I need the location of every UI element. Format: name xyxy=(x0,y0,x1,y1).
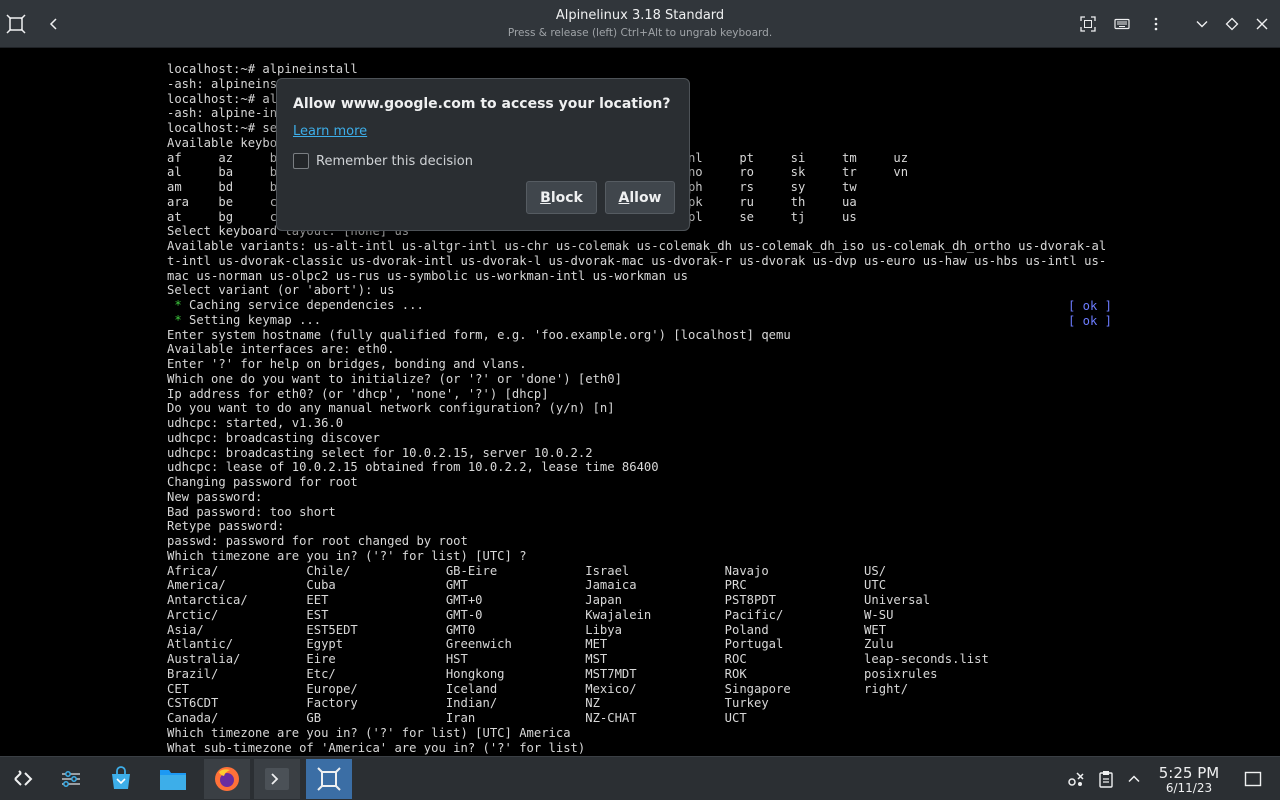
console-line: Which timezone are you in? ('?' for list… xyxy=(167,548,527,563)
console-line: Canada/ GB Iran NZ-CHAT UCT xyxy=(167,711,747,725)
window-titlebar: Alpinelinux 3.18 Standard Press & releas… xyxy=(0,0,1280,48)
console-line: Retype password: xyxy=(167,519,285,534)
console-line: Available interfaces are: eth0. xyxy=(167,342,395,357)
clock-date: 6/11/23 xyxy=(1165,781,1213,795)
console-line: What sub-timezone of 'America' are you i… xyxy=(167,740,586,755)
console-line: Enter system hostname (fully qualified f… xyxy=(167,327,791,342)
console-line: America/ Cuba GMT Jamaica PRC UTC xyxy=(167,578,887,593)
clipboard-icon[interactable] xyxy=(1096,769,1116,789)
remember-checkbox[interactable] xyxy=(293,153,309,169)
minimize-icon[interactable] xyxy=(1190,12,1214,36)
console-line: CST6CDT Factory Indian/ NZ Turkey xyxy=(167,696,769,711)
console-line: Arctic/ EST GMT-0 Kwajalein Pacific/ W-S… xyxy=(167,607,894,622)
maximize-icon[interactable] xyxy=(1220,12,1244,36)
location-permission-dialog: Allow www.google.com to access your loca… xyxy=(276,78,690,231)
console-line: passwd: password for root changed by roo… xyxy=(167,534,468,548)
console-line: Atlantic/ Egypt Greenwich MET Portugal Z… xyxy=(167,637,894,652)
console-line: Available variants: us-alt-intl us-altgr… xyxy=(167,239,1107,253)
console-line: Brazil/ Etc/ Hongkong MST7MDT ROK posixr… xyxy=(167,666,938,681)
chevron-up-icon[interactable] xyxy=(1124,769,1144,789)
console-line: * Caching service dependencies ... xyxy=(167,298,424,312)
remember-decision[interactable]: Remember this decision xyxy=(293,153,473,169)
clock[interactable]: 5:25 PM 6/11/23 xyxy=(1150,764,1228,795)
settings-sliders-icon[interactable] xyxy=(48,759,94,799)
console-line: t-intl us-dvorak-classic us-dvorak-intl … xyxy=(167,253,1107,268)
remember-label: Remember this decision xyxy=(316,153,473,169)
status-star: * xyxy=(167,298,182,312)
allow-button[interactable]: Allow xyxy=(605,181,675,214)
console-line: CET Europe/ Iceland Mexico/ Singapore ri… xyxy=(167,681,909,696)
block-button[interactable]: Block xyxy=(526,181,597,214)
dialog-title: Allow www.google.com to access your loca… xyxy=(293,96,671,112)
console-line: Which timezone are you in? ('?' for list… xyxy=(167,725,571,740)
console-line: Enter '?' for help on bridges, bonding a… xyxy=(167,357,527,371)
console-line: Asia/ EST5EDT GMT0 Libya Poland WET xyxy=(167,622,887,637)
console-line: Ip address for eth0? (or 'dhcp', 'none',… xyxy=(167,386,549,401)
console-line: udhcpc: started, v1.36.0 xyxy=(167,416,344,430)
console-line: Antarctica/ EET GMT+0 Japan PST8PDT Univ… xyxy=(167,593,931,607)
console-line: Changing password for root xyxy=(167,475,358,489)
menu-kebab-icon[interactable] xyxy=(1144,12,1168,36)
keyboard-icon[interactable] xyxy=(1110,12,1134,36)
status-ok-1: [ ok ] xyxy=(1068,299,1113,313)
app-launcher-icon[interactable] xyxy=(0,759,46,799)
console-line: Australia/ Eire HST MST ROC leap-seconds… xyxy=(167,652,989,666)
terminal-icon[interactable] xyxy=(254,759,300,799)
console-line: New password: xyxy=(167,489,263,504)
console-line: udhcpc: lease of 10.0.2.15 obtained from… xyxy=(167,460,659,475)
console-line: udhcpc: broadcasting discover xyxy=(167,430,380,445)
fullscreen-icon[interactable] xyxy=(1076,12,1100,36)
software-store-icon[interactable] xyxy=(98,759,144,799)
clock-time: 5:25 PM xyxy=(1158,764,1220,782)
file-manager-icon[interactable] xyxy=(150,759,196,799)
console-line: localhost:~# alpineinstall xyxy=(167,62,358,76)
console-line: Which one do you want to initialize? (or… xyxy=(167,371,622,386)
status-star: * xyxy=(167,312,182,327)
console-line: udhcpc: broadcasting select for 10.0.2.1… xyxy=(167,445,593,460)
console-line: Bad password: too short xyxy=(167,504,336,519)
learn-more-link[interactable]: Learn more xyxy=(293,124,367,139)
status-ok-2: [ ok ] xyxy=(1068,314,1113,328)
firefox-icon[interactable] xyxy=(204,759,250,799)
console-line: Africa/ Chile/ GB-Eire Israel Navajo US/ xyxy=(167,563,887,578)
taskbar: 5:25 PM 6/11/23 xyxy=(0,756,1280,800)
console-line: * Setting keymap ... xyxy=(167,312,322,327)
close-icon[interactable] xyxy=(1250,12,1274,36)
show-desktop-icon[interactable] xyxy=(1243,769,1263,789)
console-line: Select variant (or 'abort'): us xyxy=(167,283,395,298)
console-line: mac us-norman us-olpc2 us-rus us-symboli… xyxy=(167,268,688,283)
virtual-machine-icon[interactable] xyxy=(306,759,352,799)
network-icon[interactable] xyxy=(1066,769,1086,789)
console-line: Do you want to do any manual network con… xyxy=(167,401,615,416)
